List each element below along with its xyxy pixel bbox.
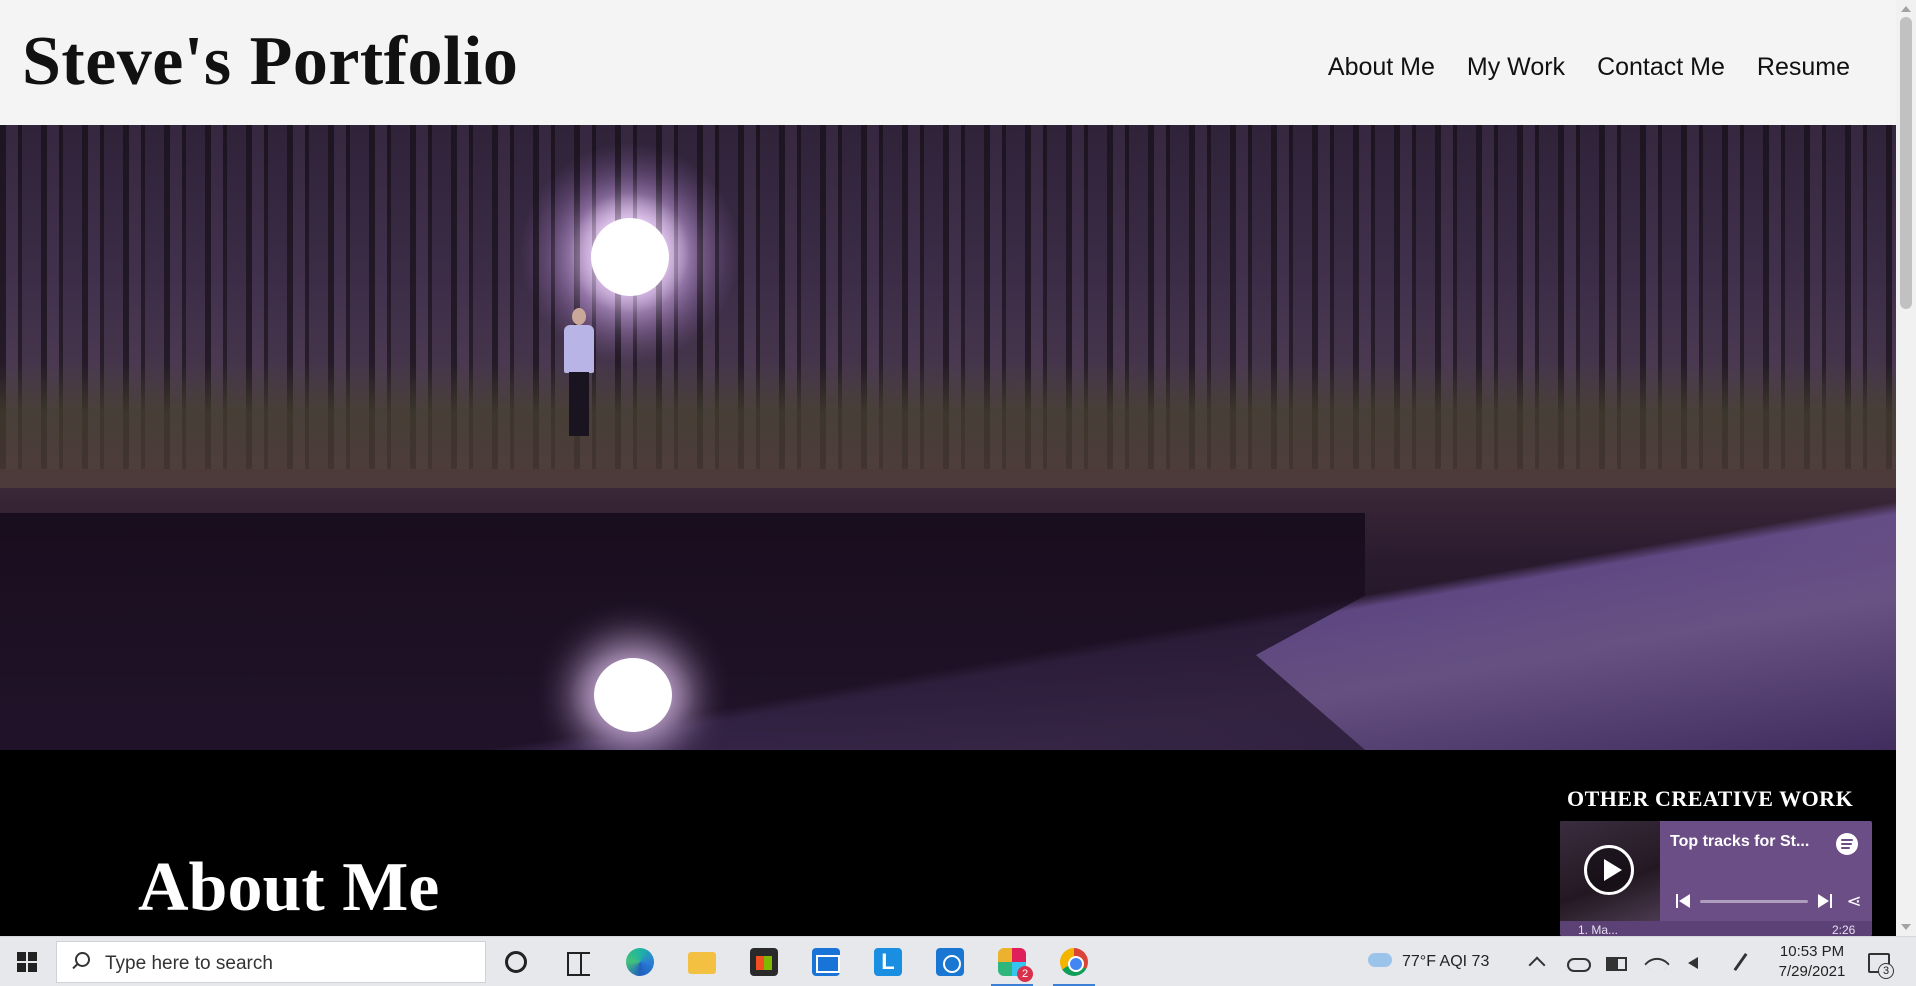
volume-icon[interactable] — [1686, 951, 1708, 973]
taskbar-store[interactable] — [739, 940, 789, 984]
site-title[interactable]: Steve's Portfolio — [22, 22, 518, 102]
spotify-embed[interactable]: Top tracks for St... ⋖ 1. Ma... 2:26 — [1560, 821, 1872, 936]
spotify-track-name: 1. Ma... — [1578, 923, 1619, 936]
spotify-progress-bar[interactable] — [1700, 900, 1808, 903]
taskbar-edge[interactable] — [615, 940, 665, 984]
taskbar-search-box[interactable]: Type here to search — [56, 941, 486, 983]
clock-time: 10:53 PM — [1779, 943, 1845, 960]
search-icon — [71, 952, 90, 970]
blue-app-icon — [936, 948, 964, 976]
spotify-track-duration: 2:26 — [1832, 923, 1856, 936]
show-hidden-icons-chevron-icon[interactable] — [1526, 951, 1548, 973]
spotify-playlist-title[interactable]: Top tracks for St... — [1670, 833, 1830, 851]
spotify-cover-art — [1560, 821, 1660, 921]
clock-date: 7/29/2021 — [1778, 963, 1846, 980]
cortana-circle-icon — [505, 951, 527, 973]
spotify-controls: ⋖ — [1676, 891, 1866, 911]
edge-browser-icon — [626, 948, 654, 976]
chrome-icon — [1060, 948, 1088, 976]
wifi-icon[interactable] — [1646, 951, 1668, 973]
taskbar-chrome[interactable] — [1049, 940, 1099, 986]
hero-water-reflection — [0, 512, 1366, 750]
page-scrollbar[interactable] — [1896, 0, 1916, 936]
search-placeholder: Type here to search — [105, 953, 273, 974]
taskbar-slack[interactable]: 2 — [987, 940, 1037, 986]
taskbar-mail[interactable] — [801, 940, 851, 984]
hero-image — [0, 125, 1896, 750]
taskbar-file-explorer[interactable] — [677, 940, 727, 984]
task-view-icon — [564, 948, 592, 976]
pen-workspace-icon[interactable] — [1730, 951, 1752, 973]
nav-resume[interactable]: Resume — [1757, 53, 1850, 82]
main-nav: About Me My Work Contact Me Resume — [1328, 53, 1850, 82]
scroll-up-arrow-icon[interactable] — [1901, 6, 1911, 12]
weather-widget[interactable]: 77°F AQI 73 — [1362, 937, 1512, 986]
browser-page: Steve's Portfolio About Me My Work Conta… — [0, 0, 1896, 936]
about-section: About Me OTHER CREATIVE WORK Top tracks … — [0, 750, 1896, 936]
hero-person — [562, 308, 596, 440]
notification-count-badge: 3 — [1878, 963, 1894, 979]
file-explorer-icon — [688, 952, 716, 974]
scroll-thumb[interactable] — [1900, 17, 1912, 309]
windows-taskbar: Type here to search L 2 77°F AQI 73 10:5… — [0, 936, 1916, 986]
task-view-button[interactable] — [553, 940, 603, 984]
nav-contact-me[interactable]: Contact Me — [1597, 53, 1725, 82]
spotify-track-row[interactable]: 1. Ma... 2:26 — [1560, 921, 1872, 936]
start-button[interactable] — [0, 937, 54, 986]
nav-my-work[interactable]: My Work — [1467, 53, 1565, 82]
taskbar-blue-app[interactable] — [925, 940, 975, 984]
previous-track-icon[interactable] — [1676, 894, 1690, 908]
windows-logo-icon — [17, 952, 37, 972]
slack-notification-badge: 2 — [1017, 966, 1033, 982]
next-track-icon[interactable] — [1818, 894, 1832, 908]
mail-icon — [812, 948, 840, 976]
play-icon[interactable] — [1584, 845, 1634, 895]
scroll-down-arrow-icon[interactable] — [1901, 924, 1911, 930]
l-app-icon: L — [874, 948, 902, 976]
spotify-logo-icon[interactable] — [1836, 833, 1858, 855]
hero-glowing-orb — [591, 218, 669, 296]
microsoft-store-icon — [750, 948, 778, 976]
taskbar-l-app[interactable]: L — [863, 940, 913, 984]
nav-about-me[interactable]: About Me — [1328, 53, 1435, 82]
onedrive-cloud-icon[interactable] — [1566, 951, 1591, 973]
taskbar-clock[interactable]: 10:53 PM 7/29/2021 — [1770, 942, 1854, 982]
share-icon[interactable]: ⋖ — [1844, 891, 1864, 911]
battery-icon[interactable] — [1605, 951, 1627, 973]
hero-orb-reflection — [594, 658, 672, 732]
cloud-icon — [1368, 953, 1392, 967]
other-creative-work-heading: OTHER CREATIVE WORK — [1567, 786, 1854, 811]
site-header: Steve's Portfolio About Me My Work Conta… — [0, 0, 1896, 125]
about-heading: About Me — [138, 849, 440, 926]
cortana-button[interactable] — [491, 940, 541, 984]
weather-text: 77°F AQI 73 — [1402, 953, 1490, 970]
